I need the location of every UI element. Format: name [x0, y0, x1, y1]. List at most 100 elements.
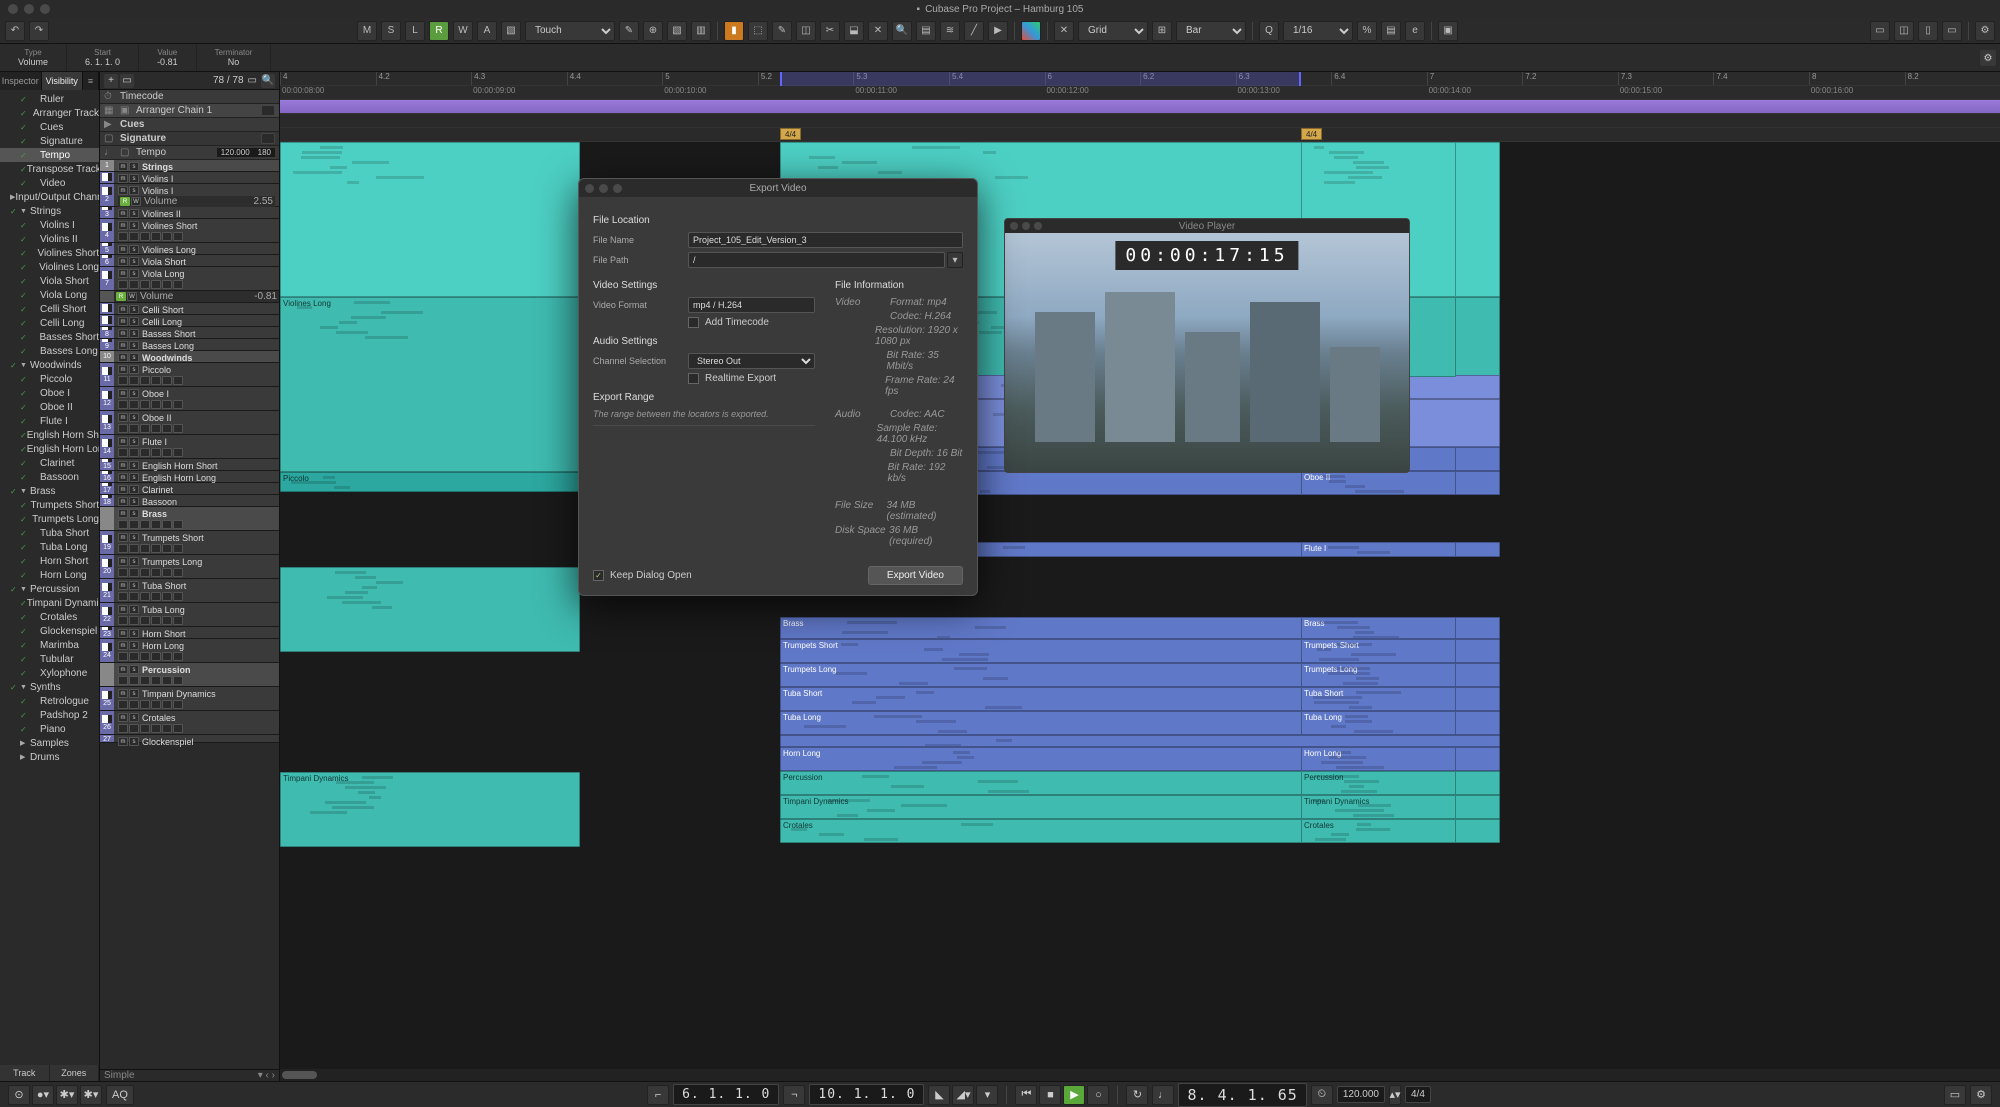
clip[interactable]: Trumpets Long: [1301, 663, 1456, 687]
video-player-window[interactable]: Video Player 00:00:17:15: [1004, 218, 1410, 473]
clip[interactable]: Brass: [1301, 617, 1456, 639]
track-row[interactable]: 20msTrumpets Long: [100, 555, 279, 579]
track-row[interactable]: 4msViolines Short: [100, 219, 279, 243]
track-row[interactable]: 23msHorn Short: [100, 627, 279, 639]
cycle-button[interactable]: ↻: [1126, 1085, 1148, 1105]
arranger-track[interactable]: ▦▣Arranger Chain 1: [100, 104, 279, 118]
bottom-tab-track[interactable]: Track: [0, 1065, 50, 1081]
tree-row[interactable]: ✓Arranger Track: [0, 106, 99, 120]
track-row[interactable]: 7msViola Long: [100, 267, 279, 291]
path-dropdown[interactable]: ▾: [947, 252, 963, 268]
q-tool-4[interactable]: ▣: [1438, 21, 1458, 41]
tree-row[interactable]: ✓Flute I: [0, 414, 99, 428]
dialog-titlebar[interactable]: Export Video: [579, 179, 977, 197]
track-row[interactable]: 12msOboe I: [100, 387, 279, 411]
horizontal-scrollbar[interactable]: [280, 1069, 2000, 1081]
realtime-checkbox[interactable]: Realtime Export: [688, 373, 776, 384]
tree-row[interactable]: ✓Marimba: [0, 638, 99, 652]
track-row[interactable]: 5msViolines Long: [100, 243, 279, 255]
ruler-signature[interactable]: 4/4 4/4: [280, 128, 2000, 142]
quantize-btn[interactable]: Q: [1259, 21, 1279, 41]
tree-row[interactable]: ✓Violines Long: [0, 260, 99, 274]
tree-row[interactable]: ✓▼Strings: [0, 204, 99, 218]
clip[interactable]: Timpani Dynamics: [280, 772, 580, 847]
punch-button[interactable]: ●▾: [32, 1085, 54, 1105]
track-search[interactable]: 🔍: [261, 74, 275, 88]
track-row[interactable]: msPercussion: [100, 663, 279, 687]
q-tool-1[interactable]: %: [1357, 21, 1377, 41]
punch-out[interactable]: ◢▾: [952, 1085, 974, 1105]
write-button[interactable]: W: [453, 21, 473, 41]
transport-setup[interactable]: ⚙: [1970, 1085, 1992, 1105]
tree-row[interactable]: ✓Piano: [0, 722, 99, 736]
tempo-nudge[interactable]: ▴▾: [1389, 1085, 1401, 1105]
ruler-cues[interactable]: [280, 114, 2000, 128]
tab-menu[interactable]: ≡: [83, 72, 99, 90]
constrain-button[interactable]: ⊙: [8, 1085, 30, 1105]
tree-row[interactable]: ✓Celli Long: [0, 316, 99, 330]
erase-tool[interactable]: ◫: [796, 21, 816, 41]
track-filter-button[interactable]: ▭: [120, 74, 134, 88]
visibility-tree[interactable]: ✓Ruler✓Arranger Track✓Cues✓Signature✓Tem…: [0, 90, 99, 1065]
add-track-button[interactable]: +: [104, 74, 118, 88]
tree-row[interactable]: ✓Violins II: [0, 232, 99, 246]
track-row[interactable]: 26msCrotales: [100, 711, 279, 735]
setup-button[interactable]: ⚙: [1975, 21, 1995, 41]
grid-type-select[interactable]: Bar: [1176, 21, 1246, 41]
automation-mode-select[interactable]: Touch: [525, 21, 615, 41]
track-row[interactable]: msViolins I: [100, 172, 279, 184]
mute-all-button[interactable]: M: [357, 21, 377, 41]
track-row[interactable]: msCelli Short: [100, 303, 279, 315]
loop-range[interactable]: [780, 72, 1301, 86]
zone-btn-4[interactable]: ▭: [1942, 21, 1962, 41]
track-row[interactable]: 15msEnglish Horn Short: [100, 459, 279, 471]
tree-row[interactable]: ✓Video: [0, 176, 99, 190]
tree-row[interactable]: ✓Oboe II: [0, 400, 99, 414]
rewind-button[interactable]: ⏮: [1015, 1085, 1037, 1105]
clip[interactable]: Crotales: [1301, 819, 1456, 843]
tree-row[interactable]: ✓Horn Long: [0, 568, 99, 582]
tool-2[interactable]: ⊕: [643, 21, 663, 41]
signature-track[interactable]: ▢Signature: [100, 132, 279, 146]
tree-row[interactable]: ✓Trumpets Long: [0, 512, 99, 526]
track-row[interactable]: 3msViolines II: [100, 207, 279, 219]
tree-row[interactable]: ✓Bassoon: [0, 470, 99, 484]
clip[interactable]: Violines Long: [280, 297, 580, 472]
tree-row[interactable]: ✓Oboe I: [0, 386, 99, 400]
track-row[interactable]: 11msPiccolo: [100, 363, 279, 387]
warp-tool[interactable]: ≋: [940, 21, 960, 41]
tree-row[interactable]: ✓Padshop 2: [0, 708, 99, 722]
track-row[interactable]: 24msHorn Long: [100, 639, 279, 663]
ruler-area[interactable]: 44.24.34.455.25.35.466.26.36.477.27.37.4…: [280, 72, 2000, 142]
tree-row[interactable]: ✓Tempo: [0, 148, 99, 162]
tree-row[interactable]: ✓Transpose Track: [0, 162, 99, 176]
clip[interactable]: Trumpets Short: [1301, 639, 1456, 663]
add-timecode-checkbox[interactable]: Add Timecode: [688, 317, 769, 328]
track-row[interactable]: 10msWoodwinds: [100, 351, 279, 363]
track-row[interactable]: 16msEnglish Horn Long: [100, 471, 279, 483]
zone-btn-2[interactable]: ◫: [1894, 21, 1914, 41]
q-tool-3[interactable]: e: [1405, 21, 1425, 41]
undo-button[interactable]: ↶: [5, 21, 25, 41]
a-button[interactable]: A: [477, 21, 497, 41]
ruler-arranger[interactable]: [280, 100, 2000, 114]
track-row[interactable]: 8msBasses Short: [100, 327, 279, 339]
tree-row[interactable]: ✓Tuba Short: [0, 526, 99, 540]
track-row[interactable]: 2msViolins IRWVolume2.55: [100, 184, 279, 207]
track-row[interactable]: 14msFlute I: [100, 435, 279, 459]
track-row[interactable]: RWVolume-0.81: [100, 291, 279, 303]
track-row[interactable]: 25msTimpani Dynamics: [100, 687, 279, 711]
tree-row[interactable]: ✓English Horn Short: [0, 428, 99, 442]
track-row[interactable]: msBrass: [100, 507, 279, 531]
metronome-button[interactable]: ✱▾: [56, 1085, 78, 1105]
cues-track[interactable]: ▶Cues: [100, 118, 279, 132]
sig-marker-1[interactable]: 4/4: [780, 128, 801, 140]
track-row[interactable]: 17msClarinet: [100, 483, 279, 495]
snap-mode-select[interactable]: Grid: [1078, 21, 1148, 41]
tree-row[interactable]: ✓Cues: [0, 120, 99, 134]
play-button[interactable]: ▶: [1063, 1085, 1085, 1105]
tree-row[interactable]: ✓Basses Long: [0, 344, 99, 358]
clip[interactable]: Tuba Short: [1301, 687, 1456, 711]
track-row[interactable]: 18msBassoon: [100, 495, 279, 507]
tree-row[interactable]: ✓Viola Short: [0, 274, 99, 288]
